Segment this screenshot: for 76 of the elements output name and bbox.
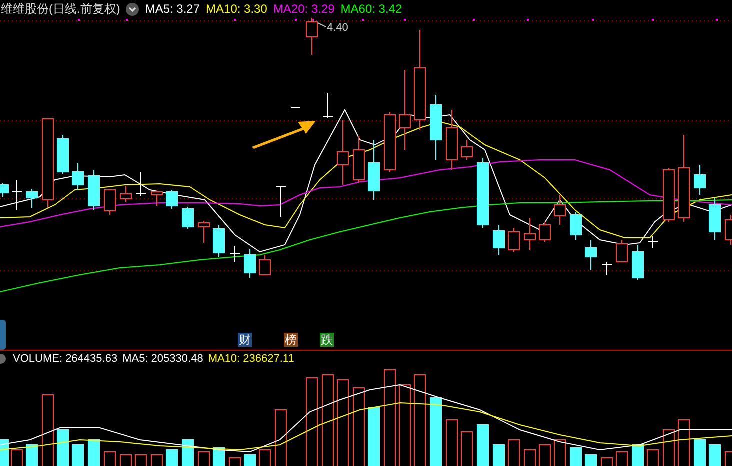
volume-bar bbox=[213, 448, 225, 466]
chart-title: 维维股份(日线.前复权) bbox=[1, 0, 120, 18]
indicator-value: MA60: 3.42 bbox=[340, 2, 402, 16]
candlestick bbox=[461, 140, 473, 160]
price-label: 4.40 bbox=[327, 22, 348, 34]
candlestick bbox=[616, 240, 628, 262]
candlestick bbox=[539, 222, 551, 242]
candlestick bbox=[230, 246, 240, 262]
candlestick bbox=[182, 206, 194, 230]
candlestick bbox=[694, 164, 706, 196]
volume-bar bbox=[570, 448, 582, 466]
candlestick bbox=[570, 212, 582, 240]
candlestick bbox=[554, 194, 566, 226]
volume-bar bbox=[57, 430, 69, 466]
volume-bar bbox=[430, 398, 442, 466]
candlestick bbox=[477, 158, 489, 228]
event-tag[interactable]: 财 bbox=[238, 333, 252, 347]
volume-bar bbox=[182, 440, 194, 466]
candlestick bbox=[430, 94, 442, 160]
volume-bar bbox=[88, 440, 100, 466]
volume-bar bbox=[26, 444, 38, 466]
dropdown-icon[interactable] bbox=[126, 2, 140, 16]
candlestick bbox=[213, 224, 225, 258]
candlestick bbox=[384, 112, 396, 172]
candlestick bbox=[585, 240, 597, 270]
indicator-value: MA20: 3.29 bbox=[273, 2, 335, 16]
volume-bar bbox=[244, 454, 256, 466]
volume-bar bbox=[632, 444, 644, 466]
volume-bar bbox=[0, 440, 9, 466]
volume-bar bbox=[72, 444, 84, 466]
volume-bar bbox=[694, 440, 706, 466]
candlestick bbox=[259, 254, 271, 276]
candlestick bbox=[368, 140, 380, 200]
candlestick bbox=[198, 220, 210, 244]
candlestick bbox=[244, 248, 256, 278]
leader-line bbox=[318, 22, 326, 28]
candlestick bbox=[72, 162, 84, 190]
candlestick bbox=[337, 120, 349, 186]
volume-bar bbox=[493, 444, 505, 466]
candlestick bbox=[276, 186, 286, 218]
candlestick bbox=[632, 244, 644, 280]
candlestick bbox=[104, 190, 116, 216]
candlestick bbox=[0, 182, 9, 198]
candlestick bbox=[151, 190, 163, 206]
candlestick bbox=[12, 180, 22, 210]
indicator-value: MA5: 3.27 bbox=[145, 2, 200, 16]
candlestick bbox=[166, 190, 178, 210]
candlestick bbox=[136, 172, 146, 196]
candlestick bbox=[648, 236, 658, 248]
candlestick bbox=[602, 262, 612, 276]
volume-bar bbox=[477, 424, 489, 466]
candlestick bbox=[26, 188, 38, 208]
candlestick bbox=[88, 170, 100, 210]
volume-bar bbox=[585, 454, 597, 466]
candlestick bbox=[306, 18, 318, 56]
candlestick bbox=[709, 198, 721, 240]
candlestick bbox=[57, 134, 69, 174]
volume-bar bbox=[166, 450, 178, 466]
candlestick bbox=[663, 168, 675, 222]
indicator-value: VOLUME: 264435.63 bbox=[13, 352, 118, 364]
candlestick bbox=[508, 228, 520, 252]
candlestick bbox=[120, 186, 132, 202]
indicator-value: MA10: 3.30 bbox=[206, 2, 268, 16]
candlestick bbox=[322, 92, 334, 118]
volume-bar bbox=[368, 408, 380, 466]
candlestick bbox=[446, 110, 458, 170]
pointer-arrow bbox=[252, 121, 316, 149]
candlestick bbox=[524, 218, 536, 250]
candlestick bbox=[493, 224, 505, 256]
indicator-value: MA10: 236627.11 bbox=[208, 352, 294, 364]
event-tag[interactable]: 跌 bbox=[320, 333, 334, 347]
indicator-value: MA5: 205330.48 bbox=[122, 352, 204, 364]
side-tab[interactable] bbox=[0, 320, 6, 350]
volume-bar bbox=[709, 444, 721, 466]
candlestick bbox=[353, 136, 365, 184]
event-tag[interactable]: 榜 bbox=[284, 333, 298, 347]
